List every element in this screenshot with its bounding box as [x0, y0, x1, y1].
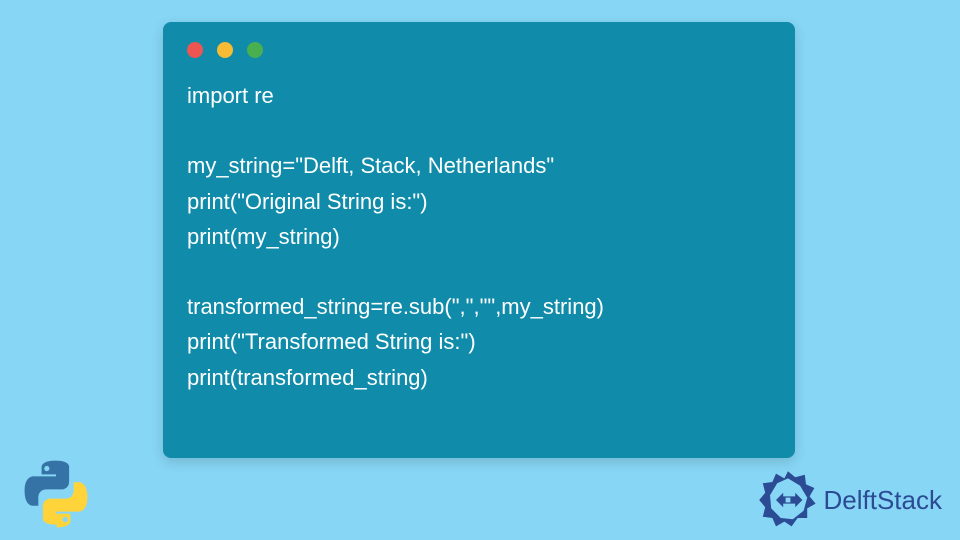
code-line: print("Transformed String is:"): [187, 329, 476, 354]
code-line: print(my_string): [187, 224, 340, 249]
delft-icon: [758, 470, 818, 530]
close-dot-icon: [187, 42, 203, 58]
code-line: print(transformed_string): [187, 365, 428, 390]
python-icon: [20, 458, 92, 530]
code-block: import re my_string="Delft, Stack, Nethe…: [163, 58, 795, 395]
brand-name: DelftStack: [824, 485, 943, 516]
delftstack-logo: DelftStack: [758, 470, 943, 530]
code-line: my_string="Delft, Stack, Netherlands": [187, 153, 554, 178]
code-line: transformed_string=re.sub(",","",my_stri…: [187, 294, 604, 319]
window-traffic-lights: [163, 22, 795, 58]
minimize-dot-icon: [217, 42, 233, 58]
code-line: import re: [187, 83, 274, 108]
code-line: print("Original String is:"): [187, 189, 428, 214]
code-window: import re my_string="Delft, Stack, Nethe…: [163, 22, 795, 458]
maximize-dot-icon: [247, 42, 263, 58]
